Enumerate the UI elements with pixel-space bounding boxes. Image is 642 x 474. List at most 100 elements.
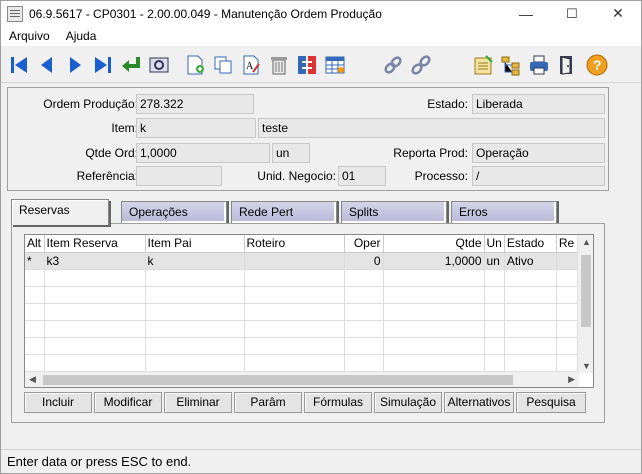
cell-estado[interactable]: Ativo: [504, 252, 557, 270]
app-icon: [7, 5, 23, 22]
modificar-button[interactable]: Modificar: [94, 392, 162, 413]
referencia-label: Referência:: [76, 169, 138, 183]
close-button[interactable]: ✕: [595, 1, 641, 26]
tree-icon[interactable]: [499, 53, 523, 77]
table-icon[interactable]: [323, 53, 347, 77]
table-row[interactable]: * k3 k 0 1,0000 un Ativo: [25, 252, 582, 270]
reservas-grid[interactable]: Alt Item Reserva Item Pai Roteiro Oper Q…: [24, 234, 594, 388]
cell-un[interactable]: un: [484, 252, 505, 270]
minimize-button[interactable]: —: [503, 1, 549, 26]
unlink-icon[interactable]: [409, 53, 433, 77]
unid-negocio-label: Unid. Negocio:: [257, 169, 336, 183]
return-icon[interactable]: [119, 53, 143, 77]
ordem-label: Ordem Produção:: [43, 97, 138, 111]
item-label: Item:: [111, 121, 138, 135]
cell-item-reserva[interactable]: k3: [44, 252, 146, 270]
exit-icon[interactable]: [555, 53, 579, 77]
cell-alt[interactable]: *: [25, 252, 45, 270]
eliminar-button[interactable]: Eliminar: [164, 392, 232, 413]
svg-text:?: ?: [593, 57, 602, 73]
grid-header-row: Alt Item Reserva Item Pai Roteiro Oper Q…: [25, 235, 582, 253]
qtde-label: Qtde Ord:: [85, 146, 138, 160]
maximize-button[interactable]: ☐: [549, 1, 595, 26]
first-icon[interactable]: [7, 53, 31, 77]
copy-icon[interactable]: [211, 53, 235, 77]
window-title: 06.9.5617 - CP0301 - 2.00.00.049 - Manut…: [29, 6, 382, 21]
estado-label: Estado:: [427, 97, 468, 111]
menu-arquivo[interactable]: Arquivo: [1, 29, 58, 43]
cell-item-pai[interactable]: k: [145, 252, 245, 270]
col-oper[interactable]: Oper: [344, 235, 384, 253]
edit-icon[interactable]: A: [239, 53, 263, 77]
toolbar: A ?: [1, 47, 641, 83]
reporta-label: Reporta Prod:: [393, 146, 468, 160]
scroll-down-icon[interactable]: ▼: [582, 361, 591, 371]
last-icon[interactable]: [91, 53, 115, 77]
reservas-panel: Alt Item Reserva Item Pai Roteiro Oper Q…: [11, 223, 605, 423]
table-row-empty[interactable]: [25, 303, 582, 321]
tab-operacoes[interactable]: Operações: [121, 201, 227, 223]
tab-erros[interactable]: Erros: [451, 201, 557, 223]
status-bar: Enter data or press ESC to end.: [1, 449, 641, 473]
tab-reservas[interactable]: Reservas: [11, 199, 109, 225]
tab-rede-pert[interactable]: Rede Pert: [231, 201, 337, 223]
processo-label: Processo:: [414, 169, 468, 183]
col-estado[interactable]: Estado: [504, 235, 557, 253]
item-code-field[interactable]: k: [136, 118, 256, 138]
swap-icon[interactable]: [295, 53, 319, 77]
grid-button-bar: Incluir Modificar Eliminar Parâm Fórmula…: [24, 392, 594, 414]
processo-field[interactable]: /: [472, 166, 605, 186]
scroll-right-icon[interactable]: ▶: [568, 374, 575, 385]
menu-bar: Arquivo Ajuda: [1, 26, 641, 46]
scroll-left-icon[interactable]: ◀: [29, 374, 36, 385]
order-header-form: Ordem Produção: 278.322 Estado: Liberada…: [7, 87, 609, 191]
vertical-scroll-thumb[interactable]: [581, 255, 591, 327]
print-icon[interactable]: [527, 53, 551, 77]
estado-field[interactable]: Liberada: [472, 94, 605, 114]
table-row-empty[interactable]: [25, 320, 582, 338]
title-bar: 06.9.5617 - CP0301 - 2.00.00.049 - Manut…: [1, 1, 641, 26]
col-item-pai[interactable]: Item Pai: [145, 235, 245, 253]
col-qtde[interactable]: Qtde: [383, 235, 485, 253]
prev-icon[interactable]: [35, 53, 59, 77]
horizontal-scroll-thumb[interactable]: [43, 375, 513, 385]
col-roteiro[interactable]: Roteiro: [244, 235, 345, 253]
alternativos-button[interactable]: Alternativos: [444, 392, 514, 413]
next-icon[interactable]: [63, 53, 87, 77]
table-row-empty[interactable]: [25, 286, 582, 304]
col-un[interactable]: Un: [484, 235, 505, 253]
cell-roteiro[interactable]: [244, 252, 345, 270]
application-window: 06.9.5617 - CP0301 - 2.00.00.049 - Manut…: [0, 0, 642, 474]
referencia-field[interactable]: [136, 166, 222, 186]
tab-strip: Reservas Operações Rede Pert Splits Erro…: [11, 199, 561, 225]
table-row-empty[interactable]: [25, 337, 582, 355]
param-button[interactable]: Parâm: [234, 392, 302, 413]
report-icon[interactable]: [471, 53, 495, 77]
unid-negocio-field[interactable]: 01: [338, 166, 386, 186]
tab-splits[interactable]: Splits: [341, 201, 447, 223]
table-row-empty[interactable]: [25, 354, 582, 372]
delete-icon[interactable]: [267, 53, 291, 77]
zoom-icon[interactable]: [147, 53, 171, 77]
ordem-field[interactable]: 278.322: [136, 94, 254, 114]
cell-qtde[interactable]: 1,0000: [383, 252, 485, 270]
qtde-unit-field[interactable]: un: [272, 143, 310, 163]
simulacao-button[interactable]: Simulação: [374, 392, 442, 413]
incluir-button[interactable]: Incluir: [24, 392, 92, 413]
item-desc-field[interactable]: teste: [258, 118, 605, 138]
table-row-empty[interactable]: [25, 269, 582, 287]
help-icon[interactable]: ?: [585, 53, 609, 77]
formulas-button[interactable]: Fórmulas: [304, 392, 372, 413]
col-alt[interactable]: Alt: [25, 235, 45, 253]
pesquisa-button[interactable]: Pesquisa: [516, 392, 586, 413]
cell-oper[interactable]: 0: [344, 252, 384, 270]
menu-ajuda[interactable]: Ajuda: [58, 29, 105, 43]
new-icon[interactable]: [183, 53, 207, 77]
col-item-reserva[interactable]: Item Reserva: [44, 235, 146, 253]
link-icon[interactable]: [381, 53, 405, 77]
reporta-field[interactable]: Operação: [472, 143, 605, 163]
grid-vertical-scrollbar[interactable]: ▲ ▼: [577, 235, 593, 373]
scroll-up-icon[interactable]: ▲: [582, 237, 591, 247]
qtde-field[interactable]: 1,0000: [136, 143, 270, 163]
grid-horizontal-scrollbar[interactable]: ◀ ▶: [25, 371, 579, 387]
